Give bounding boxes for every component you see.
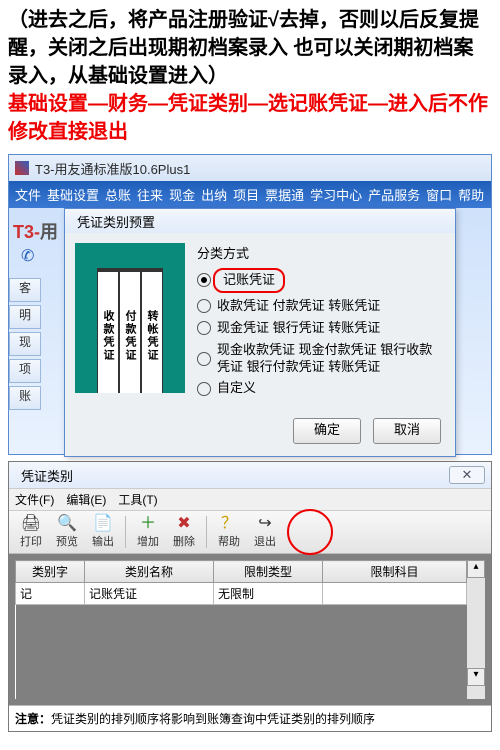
list-menu-file[interactable]: 文件(F) (15, 491, 54, 508)
close-button[interactable]: ✕ (449, 466, 485, 484)
instruction-line-2: 基础设置—财务—凭证类别—选记账凭证—进入后不作修改直接退出 (8, 90, 492, 146)
sidebar-item[interactable]: 明 (9, 305, 41, 329)
tool-preview[interactable]: 🔍预览 (49, 515, 85, 549)
voucher-list-window: 凭证类别 ✕ 文件(F) 编辑(E) 工具(T) 🖨打印 🔍预览 📄输出 ＋增加… (8, 461, 492, 732)
sidebar-item[interactable]: 账 (9, 386, 41, 410)
tool-add[interactable]: ＋增加 (130, 515, 166, 549)
voucher-illustration: 收款凭证 付款凭证 转帐凭证 (75, 243, 185, 393)
dialog-titlebar: 凭证类别预置 (65, 209, 455, 233)
option-bank[interactable]: 现金凭证 银行凭证 转账凭证 (217, 320, 380, 337)
note-text: 凭证类别的排列顺序将影响到账簿查询中凭证类别的排列顺序 (51, 712, 375, 726)
cancel-button[interactable]: 取消 (373, 418, 441, 444)
illustration-col: 收款凭证 (97, 272, 119, 393)
menu-cashier[interactable]: 出纳 (201, 185, 227, 204)
col-subject[interactable]: 限制科目 (323, 561, 467, 583)
option-5type[interactable]: 现金收款凭证 现金付款凭证 银行收款凭证 银行付款凭证 转账凭证 (217, 342, 445, 376)
sidebar-item[interactable]: 现 (9, 332, 41, 356)
cell-limit[interactable]: 无限制 (214, 583, 323, 605)
menu-window[interactable]: 窗口 (426, 185, 452, 204)
col-name[interactable]: 类别名称 (85, 561, 214, 583)
preview-icon: 🔍 (49, 515, 85, 533)
brand-logo: T3-用 (13, 218, 58, 244)
scroll-down[interactable]: ▾ (467, 668, 485, 686)
instruction-line-1: （进去之后，将产品注册验证√去掉，否则以后反复提醒，关闭之后出现期初档案录入 也… (8, 6, 492, 90)
option-journal[interactable]: 记账凭证 (213, 268, 285, 293)
menu-project[interactable]: 项目 (233, 185, 259, 204)
illustration-col: 转帐凭证 (141, 272, 163, 393)
classification-group: 分类方式 记账凭证 收款凭证 付款凭证 转账凭证 现金凭证 银行凭证 转账凭证 (197, 243, 445, 402)
delete-icon: ✖ (166, 515, 202, 533)
list-title-text: 凭证类别 (21, 466, 73, 485)
footer-note: 注意：凭证类别的排列顺序将影响到账簿查询中凭证类别的排列顺序 (9, 705, 491, 731)
help-icon: ？ (211, 515, 247, 533)
cell-name[interactable]: 记账凭证 (85, 583, 214, 605)
col-kind[interactable]: 类别字 (16, 561, 85, 583)
radio-5type[interactable] (197, 352, 211, 366)
ok-button[interactable]: 确定 (293, 418, 361, 444)
tool-delete[interactable]: ✖删除 (166, 515, 202, 549)
note-label: 注意： (15, 712, 51, 726)
grid-area: 类别字 类别名称 限制类型 限制科目 记 记账凭证 无限制 ▴ (9, 554, 491, 705)
tool-print[interactable]: 🖨打印 (13, 515, 49, 549)
phone-icon: ✆ (21, 246, 34, 266)
app-menubar: 文件 基础设置 总账 往来 现金 出纳 项目 票据通 学习中心 产品服务 窗口 … (9, 181, 491, 208)
col-limit[interactable]: 限制类型 (214, 561, 323, 583)
tool-export[interactable]: 📄输出 (85, 515, 121, 549)
illustration-col: 付款凭证 (119, 272, 141, 393)
cell-subject[interactable] (323, 583, 467, 605)
instruction-block: （进去之后，将产品注册验证√去掉，否则以后反复提醒，关闭之后出现期初档案录入 也… (0, 0, 500, 152)
voucher-type-dialog: 凭证类别预置 收款凭证 付款凭证 转帐凭证 分类方式 记账凭证 (64, 208, 456, 457)
list-menu-tools[interactable]: 工具(T) (118, 491, 157, 508)
sidebar-item[interactable]: 项 (9, 359, 41, 383)
tool-help[interactable]: ？帮助 (211, 515, 247, 549)
menu-gl[interactable]: 总账 (105, 185, 131, 204)
add-icon: ＋ (130, 515, 166, 533)
option-3type[interactable]: 收款凭证 付款凭证 转账凭证 (217, 298, 380, 315)
vertical-scrollbar[interactable]: ▴ ▾ (467, 560, 485, 699)
app-title: T3-用友通标准版10.6Plus1 (35, 159, 190, 178)
dialog-title-text: 凭证类别预置 (77, 212, 155, 231)
list-toolbar: 🖨打印 🔍预览 📄输出 ＋增加 ✖删除 ？帮助 ↪退出 (9, 511, 491, 554)
menu-cash[interactable]: 现金 (169, 185, 195, 204)
option-custom[interactable]: 自定义 (217, 380, 256, 397)
menu-bill[interactable]: 票据通 (265, 185, 304, 204)
cell-kind[interactable]: 记 (16, 583, 85, 605)
sidebar: 客 明 现 项 账 (9, 278, 41, 413)
exit-icon: ↪ (247, 515, 283, 533)
list-menu-edit[interactable]: 编辑(E) (66, 491, 106, 508)
menu-learn[interactable]: 学习中心 (310, 185, 362, 204)
print-icon: 🖨 (13, 515, 49, 533)
app-body: T3-用 ✆ 客 明 现 项 账 凭证类别预置 收款凭证 付款凭证 转帐凭证 (9, 208, 491, 454)
exit-highlight (287, 509, 333, 555)
radio-bank[interactable] (197, 321, 211, 335)
tool-exit[interactable]: ↪退出 (247, 515, 283, 549)
group-label: 分类方式 (197, 243, 445, 262)
table-row[interactable]: 记 记账凭证 无限制 (16, 583, 467, 605)
voucher-table: 类别字 类别名称 限制类型 限制科目 记 记账凭证 无限制 (15, 560, 467, 699)
scroll-up[interactable]: ▴ (467, 560, 485, 578)
radio-custom[interactable] (197, 382, 211, 396)
app-window: T3-用友通标准版10.6Plus1 文件 基础设置 总账 往来 现金 出纳 项… (8, 154, 492, 455)
export-icon: 📄 (85, 515, 121, 533)
menu-help[interactable]: 帮助 (458, 185, 484, 204)
list-titlebar: 凭证类别 ✕ (9, 462, 491, 488)
menu-base[interactable]: 基础设置 (47, 185, 99, 204)
sidebar-item[interactable]: 客 (9, 278, 41, 302)
list-menubar: 文件(F) 编辑(E) 工具(T) (9, 488, 491, 511)
radio-journal[interactable] (197, 273, 211, 287)
menu-file[interactable]: 文件 (15, 185, 41, 204)
menu-service[interactable]: 产品服务 (368, 185, 420, 204)
menu-arap[interactable]: 往来 (137, 185, 163, 204)
app-icon (15, 161, 29, 175)
radio-3type[interactable] (197, 299, 211, 313)
app-titlebar: T3-用友通标准版10.6Plus1 (9, 155, 491, 181)
